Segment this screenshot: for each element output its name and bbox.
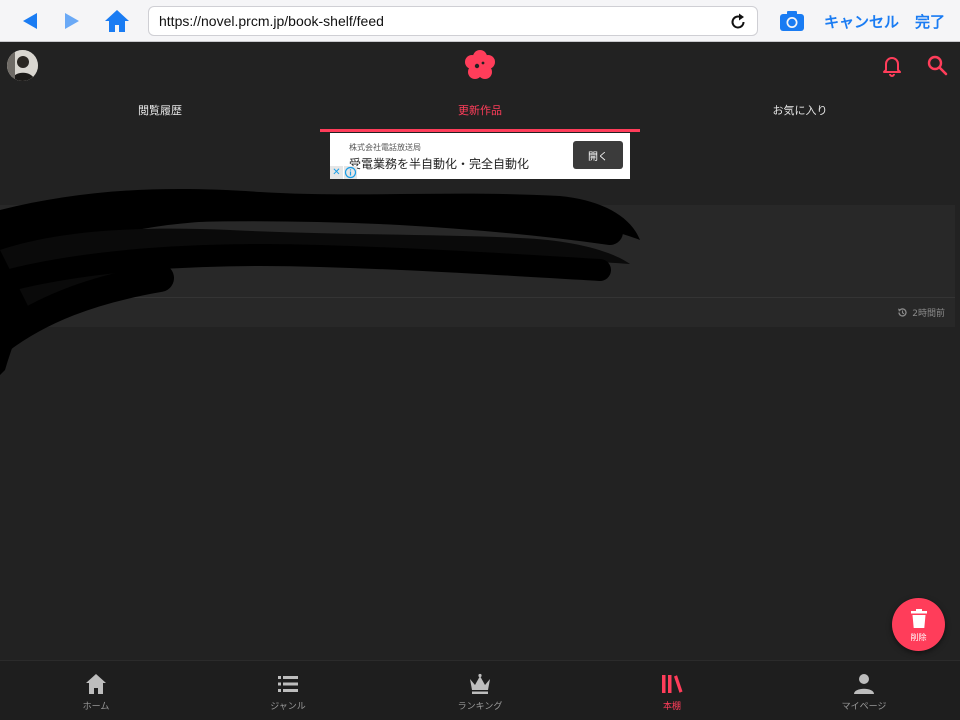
bell-icon[interactable] <box>880 53 904 77</box>
feed-item[interactable]: 2時間前 <box>0 205 955 327</box>
crown-icon <box>470 673 490 694</box>
shelf-tabs: 閲覧履歴 更新作品 お気に入り <box>0 89 960 131</box>
home-icon <box>105 10 129 32</box>
nav-bookshelf[interactable]: 本棚 <box>576 661 768 720</box>
nav-genre[interactable]: ジャンル <box>192 661 384 720</box>
card-divider <box>0 297 955 298</box>
ad-open-button[interactable]: 開く <box>573 141 623 169</box>
reload-icon[interactable] <box>727 11 749 33</box>
active-tab-indicator <box>320 129 640 132</box>
history-icon <box>898 308 907 317</box>
nav-mypage[interactable]: マイページ <box>768 661 960 720</box>
nav-ranking-label: ランキング <box>457 702 503 712</box>
updated-time: 2時間前 <box>897 306 945 319</box>
ad-company: 株式会社電話放送局 <box>349 143 421 152</box>
ad-close-icon[interactable]: ✕ <box>330 166 343 179</box>
delete-button[interactable]: 削除 <box>892 598 945 651</box>
nav-ranking[interactable]: ランキング <box>384 661 576 720</box>
nav-genre-label: ジャンル <box>270 702 306 712</box>
nav-home-label: ホーム <box>82 702 110 712</box>
updated-time-text: 2時間前 <box>912 309 945 319</box>
home-button[interactable] <box>103 8 131 34</box>
avatar-photo <box>7 50 38 81</box>
back-arrow-icon <box>23 13 37 29</box>
camera-icon[interactable] <box>778 8 806 34</box>
done-button[interactable]: 完了 <box>915 11 945 32</box>
forward-button[interactable] <box>58 8 86 34</box>
avatar[interactable] <box>7 50 38 81</box>
tab-favorites[interactable]: お気に入り <box>640 89 960 131</box>
bottom-nav: ホーム ジャンル ランキング 本棚 マイページ <box>0 660 960 720</box>
url-text: https://novel.prcm.jp/book-shelf/feed <box>159 13 384 29</box>
home-icon <box>86 674 106 694</box>
browser-toolbar: https://novel.prcm.jp/book-shelf/feed キャ… <box>0 0 960 42</box>
app-header <box>0 43 960 89</box>
cancel-button[interactable]: キャンセル <box>824 11 899 32</box>
tab-history[interactable]: 閲覧履歴 <box>0 89 320 131</box>
bookshelf-icon <box>662 675 683 693</box>
search-icon[interactable] <box>925 53 949 77</box>
nav-bookshelf-label: 本棚 <box>662 702 681 712</box>
delete-label: 削除 <box>910 633 927 642</box>
ad-banner[interactable]: 株式会社電話放送局 受電業務を半自動化・完全自動化 開く ✕ <box>330 133 630 179</box>
list-icon <box>278 676 298 692</box>
back-button[interactable] <box>16 8 44 34</box>
url-field[interactable]: https://novel.prcm.jp/book-shelf/feed <box>148 6 758 36</box>
person-icon <box>854 674 874 694</box>
nav-home[interactable]: ホーム <box>0 661 192 720</box>
forward-arrow-icon <box>65 13 79 29</box>
trash-icon <box>911 609 927 628</box>
nav-mypage-label: マイページ <box>841 702 887 712</box>
ad-headline: 受電業務を半自動化・完全自動化 <box>349 157 530 171</box>
tab-updated[interactable]: 更新作品 <box>320 89 640 131</box>
ad-info-icon[interactable] <box>344 166 357 179</box>
flower-logo-icon[interactable] <box>463 48 497 82</box>
